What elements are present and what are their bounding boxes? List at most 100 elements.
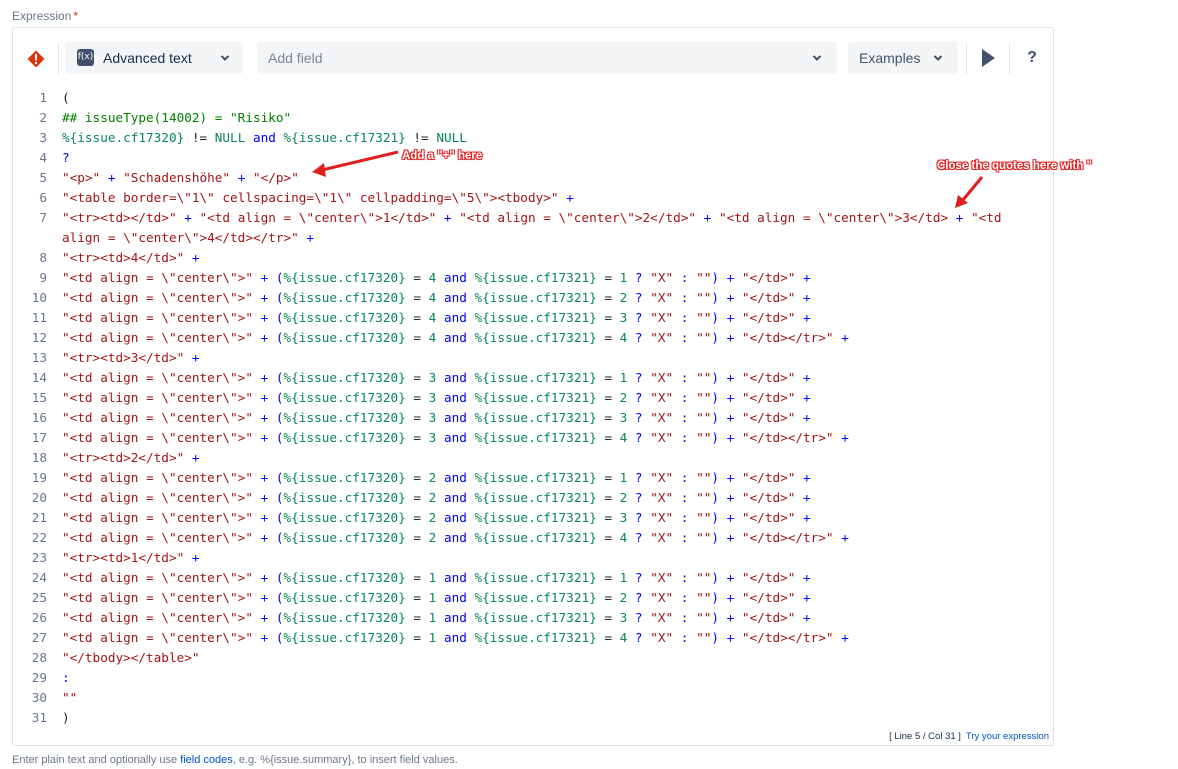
code-token: %{issue.cf17321} xyxy=(474,610,597,625)
examples-select[interactable]: Examples xyxy=(848,42,958,74)
code-token: %{issue.cf17320} xyxy=(283,370,406,385)
mode-select-value: Advanced text xyxy=(103,50,192,66)
code-token: "X" xyxy=(650,370,674,385)
code-token: "</td>" xyxy=(741,290,796,305)
code-token: "</td>" xyxy=(741,370,796,385)
code-token: + xyxy=(833,630,849,645)
code-token: = xyxy=(596,270,620,285)
error-icon[interactable] xyxy=(27,50,45,68)
help-button[interactable]: ? xyxy=(1020,46,1044,70)
code-token: "X" xyxy=(650,290,674,305)
line-number: 26 xyxy=(31,610,47,625)
code-token: "<td align = \"center\">" xyxy=(62,410,253,425)
code-token: ) + xyxy=(711,590,742,605)
line-number: 11 xyxy=(31,310,47,325)
code-text: "</tbody></table>" xyxy=(62,648,200,668)
toolbar-divider xyxy=(966,44,967,74)
code-text: "<td align = \"center\">" + (%{issue.cf1… xyxy=(62,328,849,348)
field-codes-link[interactable]: field codes xyxy=(180,754,233,766)
mode-select[interactable]: f(x) Advanced text xyxy=(65,42,243,74)
line-number: 15 xyxy=(31,390,47,405)
code-token: = xyxy=(596,410,620,425)
code-token: and xyxy=(443,470,467,485)
code-token: "<tr><td>2</td>" xyxy=(62,450,185,465)
code-token: + xyxy=(795,270,811,285)
run-button[interactable] xyxy=(976,46,1000,70)
code-token: + xyxy=(795,410,811,425)
code-token: "X" xyxy=(650,330,674,345)
code-token: and xyxy=(443,590,467,605)
code-token: = xyxy=(405,510,429,525)
code-token: ? xyxy=(627,370,651,385)
code-token: = xyxy=(596,490,620,505)
code-text: "" xyxy=(62,688,77,708)
code-token: = xyxy=(596,630,620,645)
code-token: "<table border=\"1\" cellspacing=\"1\" c… xyxy=(62,190,559,205)
code-token: %{issue.cf17321} xyxy=(474,570,597,585)
code-text: "<td align = \"center\">" + (%{issue.cf1… xyxy=(62,608,811,628)
line-number: 20 xyxy=(31,490,47,505)
code-token: + ( xyxy=(252,330,284,345)
code-token: "<td align = \"center\">" xyxy=(62,630,253,645)
code-token: = xyxy=(405,610,429,625)
code-token: = xyxy=(405,390,429,405)
editor-toolbar: f(x) Advanced text Add field Examples ? xyxy=(13,28,1053,88)
code-token: + ( xyxy=(252,310,284,325)
code-token: %{issue.cf17320} xyxy=(283,290,406,305)
line-number: 7 xyxy=(39,210,47,225)
code-token: "</p>" xyxy=(253,170,299,185)
code-token: : xyxy=(673,490,697,505)
line-number: 10 xyxy=(31,290,47,305)
line-number: 5 xyxy=(39,170,47,185)
add-field-select[interactable]: Add field xyxy=(257,42,837,74)
line-number: 25 xyxy=(31,590,47,605)
annotation-close-quotes: Close the quotes here with " xyxy=(937,160,1092,172)
code-token: "X" xyxy=(650,270,674,285)
code-text: "<td align = \"center\">" + (%{issue.cf1… xyxy=(62,508,811,528)
code-token: + xyxy=(558,190,574,205)
code-text: ## issueType(14002) = "Risiko" xyxy=(62,108,291,128)
code-token: "" xyxy=(696,590,712,605)
line-number: 28 xyxy=(31,650,47,665)
code-token: "<td align = \"center\">" xyxy=(62,570,253,585)
code-text: "<td align = \"center\">" + (%{issue.cf1… xyxy=(62,368,811,388)
code-token: and xyxy=(443,510,467,525)
code-text: "<tr><td>1</td>" + xyxy=(62,548,200,568)
code-token: != xyxy=(405,130,437,145)
code-token: = xyxy=(405,270,429,285)
code-token: "" xyxy=(696,530,712,545)
code-token: and xyxy=(443,570,467,585)
code-token: : xyxy=(673,370,697,385)
code-token: = xyxy=(596,310,620,325)
code-token: "" xyxy=(696,610,712,625)
code-token: and xyxy=(252,130,276,145)
code-token: "</td>" xyxy=(741,610,796,625)
code-token: %{issue.cf17321} xyxy=(474,370,597,385)
code-text: "<tr><td>3</td>" + xyxy=(62,348,200,368)
code-token: %{issue.cf17320} xyxy=(283,310,406,325)
code-token: %{issue.cf17320} xyxy=(283,330,406,345)
code-token: %{issue.cf17320} xyxy=(283,510,406,525)
code-token: ? xyxy=(627,590,651,605)
code-token: "" xyxy=(696,370,712,385)
code-token: NULL xyxy=(214,130,246,145)
code-token: "<td align = \"center\">" xyxy=(62,290,253,305)
code-text: "<td align = \"center\">" + (%{issue.cf1… xyxy=(62,568,811,588)
code-token: "X" xyxy=(650,590,674,605)
code-token: ) + xyxy=(711,430,742,445)
code-token: %{issue.cf17320} xyxy=(283,530,406,545)
code-token: and xyxy=(443,310,467,325)
line-number: 21 xyxy=(31,510,47,525)
code-token: %{issue.cf17320} xyxy=(283,270,406,285)
code-token: "Schadenshöhe" xyxy=(123,170,231,185)
code-token: = xyxy=(405,470,429,485)
code-token: "" xyxy=(696,310,712,325)
try-expression-link[interactable]: Try your expression xyxy=(966,731,1049,742)
